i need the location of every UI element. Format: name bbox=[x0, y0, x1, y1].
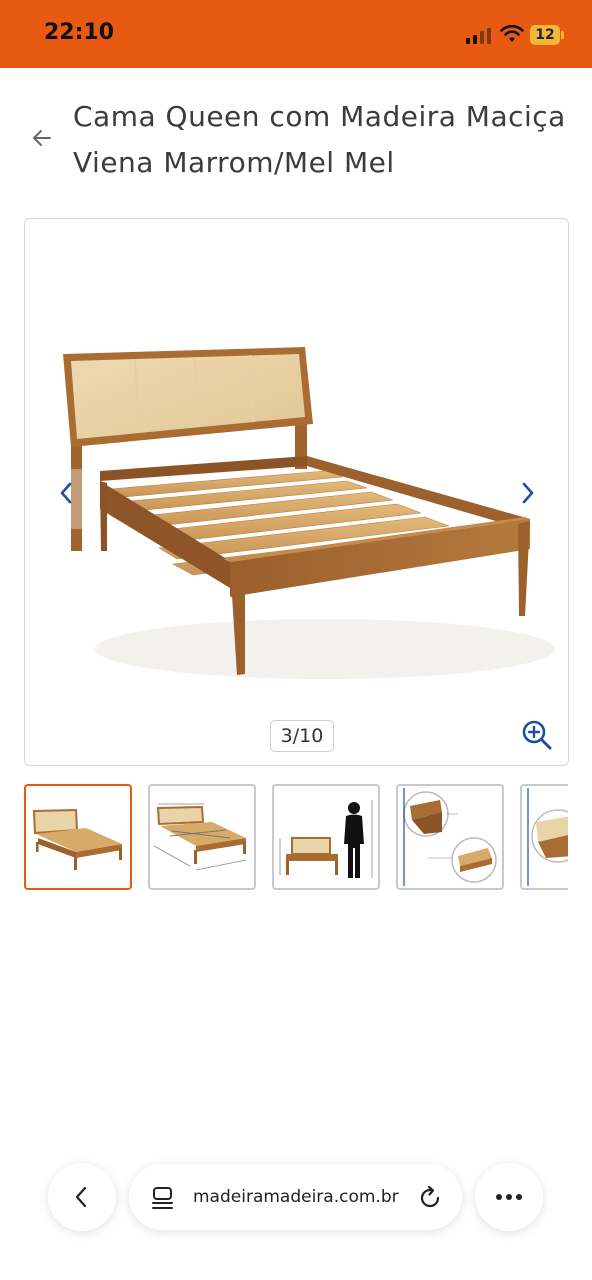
image-counter: 3/10 bbox=[270, 720, 334, 752]
wifi-icon bbox=[500, 24, 524, 42]
thumbnail-strip[interactable] bbox=[24, 784, 568, 890]
status-time: 22:10 bbox=[44, 20, 115, 45]
product-title: Cama Queen com Madeira Maciça Viena Marr… bbox=[73, 100, 566, 179]
thumbnail-4[interactable] bbox=[396, 784, 504, 890]
thumbnail-5[interactable] bbox=[520, 784, 568, 890]
status-bar: 22:10 12 bbox=[0, 0, 592, 68]
bed-details-thumb-image bbox=[403, 788, 497, 886]
product-image bbox=[63, 347, 555, 679]
bed-front-thumb-image bbox=[32, 808, 122, 870]
browser-toolbar: madeiramadeira.com.br bbox=[0, 1160, 592, 1240]
more-dots-icon bbox=[496, 1194, 522, 1200]
thumbnail-2[interactable] bbox=[148, 784, 256, 890]
thumbnail-3[interactable] bbox=[272, 784, 380, 890]
zoom-in-icon[interactable] bbox=[521, 719, 553, 751]
previous-image-icon[interactable] bbox=[55, 481, 79, 505]
address-bar[interactable]: madeiramadeira.com.br bbox=[129, 1164, 462, 1230]
back-arrow-icon[interactable] bbox=[30, 126, 54, 150]
reader-mode-icon[interactable] bbox=[151, 1186, 175, 1210]
browser-back-button[interactable] bbox=[48, 1163, 116, 1231]
url-text: madeiramadeira.com.br bbox=[193, 1187, 399, 1207]
chevron-left-icon bbox=[75, 1186, 87, 1208]
bed-dimensions-thumb-image bbox=[153, 803, 247, 871]
thumbnail-1[interactable] bbox=[24, 784, 132, 890]
battery-indicator: 12 bbox=[530, 25, 564, 45]
bed-scale-thumb-image bbox=[279, 800, 373, 878]
next-image-icon[interactable] bbox=[515, 481, 539, 505]
more-options-button[interactable] bbox=[475, 1163, 543, 1231]
cellular-signal-icon bbox=[466, 28, 491, 44]
reload-icon[interactable] bbox=[417, 1185, 443, 1211]
bed-corner-thumb-image bbox=[527, 788, 568, 886]
product-image-gallery[interactable]: 3/10 bbox=[24, 218, 569, 766]
